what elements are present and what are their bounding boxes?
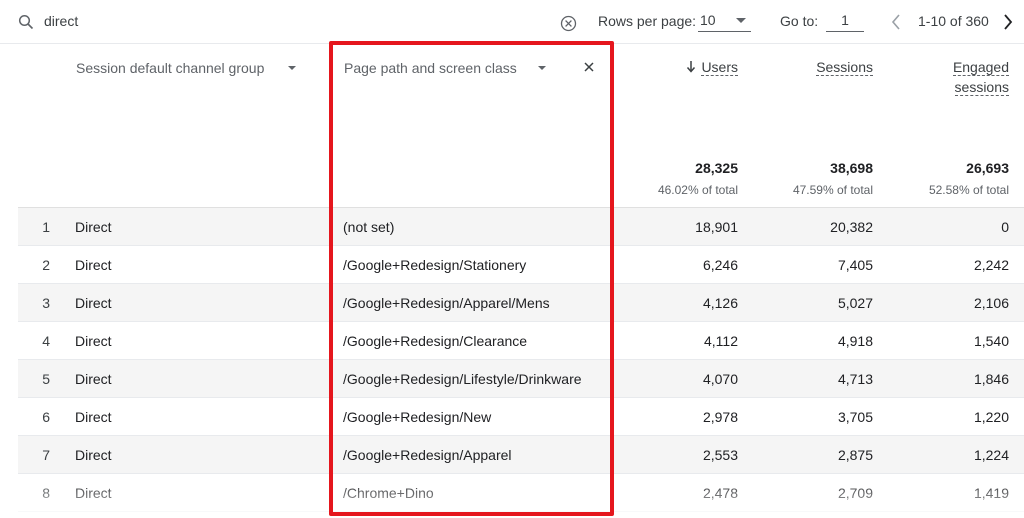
cell-channel: Direct bbox=[75, 447, 112, 463]
cell-page-path: (not set) bbox=[343, 219, 395, 235]
cell-users: 2,978 bbox=[702, 409, 738, 425]
column-header-page-path[interactable]: Page path and screen class bbox=[344, 60, 517, 76]
clear-search-icon[interactable] bbox=[560, 15, 577, 32]
row-index: 5 bbox=[42, 371, 50, 387]
cell-users: 4,112 bbox=[704, 333, 738, 349]
cell-users: 6,246 bbox=[702, 257, 738, 273]
row-index: 3 bbox=[42, 295, 50, 311]
table-row[interactable]: 4 Direct /Google+Redesign/Clearance 4,11… bbox=[18, 322, 1024, 360]
cell-channel: Direct bbox=[75, 219, 112, 235]
column-header-channel-group[interactable]: Session default channel group bbox=[76, 60, 264, 76]
table-toolbar: direct Rows per page: 10 Go to: 1 1-10 o… bbox=[0, 0, 1024, 44]
cell-engaged-sessions: 1,419 bbox=[973, 485, 1009, 501]
cell-users: 18,901 bbox=[695, 219, 738, 235]
row-index: 4 bbox=[42, 333, 50, 349]
column-header-sessions[interactable]: Sessions bbox=[816, 57, 873, 77]
total-engaged-percent: 52.58% of total bbox=[928, 183, 1009, 197]
cell-page-path: /Google+Redesign/Stationery bbox=[343, 257, 527, 273]
cell-sessions: 4,918 bbox=[837, 333, 873, 349]
cell-channel: Direct bbox=[75, 409, 112, 425]
cell-page-path: /Google+Redesign/Clearance bbox=[343, 333, 528, 349]
total-engaged-sessions: 26,693 bbox=[966, 160, 1009, 176]
cell-users: 2,478 bbox=[702, 485, 738, 501]
caret-down-icon bbox=[736, 18, 746, 23]
cell-page-path: /Google+Redesign/New bbox=[343, 409, 492, 425]
cell-sessions: 5,027 bbox=[837, 295, 873, 311]
arrow-down-icon bbox=[687, 61, 696, 73]
cell-page-path: /Google+Redesign/Lifestyle/Drinkware bbox=[343, 371, 582, 387]
column-header-users[interactable]: Users bbox=[686, 57, 738, 77]
table-body: 1 Direct (not set) 18,901 20,382 0 2 Dir… bbox=[18, 208, 1024, 512]
cell-page-path: /Google+Redesign/Apparel bbox=[343, 447, 512, 463]
cell-sessions: 2,709 bbox=[837, 485, 873, 501]
engaged-header-line1: Engaged bbox=[952, 59, 1009, 76]
row-index: 2 bbox=[42, 257, 50, 273]
column-header-engaged-sessions[interactable]: Engaged sessions bbox=[952, 57, 1009, 97]
cell-sessions: 2,875 bbox=[837, 447, 873, 463]
cell-page-path: /Google+Redesign/Apparel/Mens bbox=[343, 295, 550, 311]
cell-sessions: 7,405 bbox=[837, 257, 873, 273]
table-row[interactable]: 1 Direct (not set) 18,901 20,382 0 bbox=[18, 208, 1024, 246]
cell-users: 2,553 bbox=[702, 447, 738, 463]
cell-channel: Direct bbox=[75, 333, 112, 349]
cell-engaged-sessions: 2,242 bbox=[973, 257, 1009, 273]
cell-engaged-sessions: 1,224 bbox=[973, 447, 1009, 463]
cell-engaged-sessions: 1,220 bbox=[973, 409, 1009, 425]
users-header-label: Users bbox=[701, 59, 738, 76]
row-index: 1 bbox=[42, 219, 50, 235]
caret-down-icon[interactable] bbox=[538, 66, 546, 70]
cell-channel: Direct bbox=[75, 295, 112, 311]
search-icon[interactable] bbox=[18, 14, 34, 30]
cell-sessions: 20,382 bbox=[830, 219, 873, 235]
cell-channel: Direct bbox=[75, 257, 112, 273]
go-to-label: Go to: bbox=[780, 13, 819, 29]
total-sessions: 38,698 bbox=[830, 160, 873, 176]
total-users-percent: 46.02% of total bbox=[657, 183, 738, 197]
cell-channel: Direct bbox=[75, 485, 112, 501]
cell-engaged-sessions: 1,846 bbox=[973, 371, 1009, 387]
go-to-page-input[interactable]: 1 bbox=[826, 10, 864, 32]
cell-sessions: 3,705 bbox=[837, 409, 873, 425]
cell-engaged-sessions: 0 bbox=[1001, 219, 1009, 235]
row-index: 6 bbox=[42, 409, 50, 425]
engaged-header-line2: sessions bbox=[954, 79, 1009, 96]
chevron-left-icon[interactable] bbox=[890, 13, 902, 31]
rows-per-page-label: Rows per page: bbox=[598, 13, 697, 29]
page-range-text: 1-10 of 360 bbox=[918, 13, 989, 29]
total-users: 28,325 bbox=[695, 160, 738, 176]
cell-engaged-sessions: 1,540 bbox=[973, 333, 1009, 349]
cell-engaged-sessions: 2,106 bbox=[973, 295, 1009, 311]
total-sessions-percent: 47.59% of total bbox=[792, 183, 873, 197]
table-row[interactable]: 6 Direct /Google+Redesign/New 2,978 3,70… bbox=[18, 398, 1024, 436]
cell-page-path: /Chrome+Dino bbox=[343, 485, 434, 501]
cell-sessions: 4,713 bbox=[837, 371, 873, 387]
row-index: 8 bbox=[42, 485, 50, 501]
rows-per-page-select[interactable]: 10 bbox=[698, 10, 751, 32]
sessions-header-label: Sessions bbox=[816, 59, 873, 76]
cell-users: 4,070 bbox=[702, 371, 738, 387]
table-row[interactable]: 2 Direct /Google+Redesign/Stationery 6,2… bbox=[18, 246, 1024, 284]
table-row[interactable]: 7 Direct /Google+Redesign/Apparel 2,553 … bbox=[18, 436, 1024, 474]
caret-down-icon[interactable] bbox=[288, 66, 296, 70]
chevron-right-icon[interactable] bbox=[1002, 13, 1014, 31]
rows-per-page-value: 10 bbox=[700, 12, 716, 28]
cell-users: 4,126 bbox=[702, 295, 738, 311]
cell-channel: Direct bbox=[75, 371, 112, 387]
row-index: 7 bbox=[42, 447, 50, 463]
close-icon[interactable] bbox=[582, 60, 596, 74]
table-row[interactable]: 8 Direct /Chrome+Dino 2,478 2,709 1,419 bbox=[18, 474, 1024, 512]
search-input[interactable]: direct bbox=[44, 13, 78, 29]
table-row[interactable]: 5 Direct /Google+Redesign/Lifestyle/Drin… bbox=[18, 360, 1024, 398]
table-row[interactable]: 3 Direct /Google+Redesign/Apparel/Mens 4… bbox=[18, 284, 1024, 322]
